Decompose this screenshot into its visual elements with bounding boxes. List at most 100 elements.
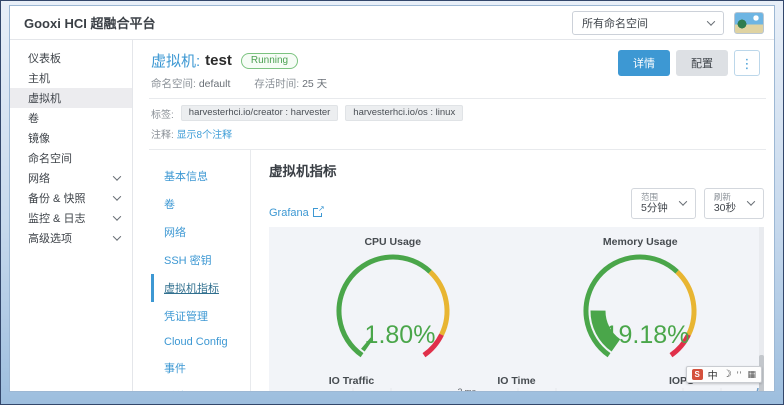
tab-迁移[interactable]: 迁移 bbox=[151, 382, 250, 392]
svg-text:19.18%: 19.18% bbox=[605, 321, 690, 349]
chevron-down-icon bbox=[679, 198, 687, 206]
user-avatar[interactable] bbox=[734, 12, 764, 34]
tab-Cloud Config[interactable]: Cloud Config bbox=[151, 330, 250, 354]
sidebar-item-label: 虚拟机 bbox=[28, 90, 61, 106]
app-body: 仪表板主机虚拟机卷镜像命名空间网络备份 & 快照监控 & 日志高级选项 虚拟机:… bbox=[10, 40, 774, 391]
detail-subnav: 基本信息卷网络SSH 密钥虚拟机指标凭证管理Cloud Config事件迁移 bbox=[151, 150, 250, 391]
sidebar-item-虚拟机[interactable]: 虚拟机 bbox=[10, 88, 132, 108]
tab-网络[interactable]: 网络 bbox=[151, 218, 250, 246]
tab-虚拟机指标[interactable]: 虚拟机指标 bbox=[151, 274, 250, 302]
chevron-down-icon bbox=[707, 17, 715, 25]
sidebar-item-label: 监控 & 日志 bbox=[28, 210, 85, 226]
app-title: Gooxi HCI 超融合平台 bbox=[24, 13, 155, 32]
main-area: 虚拟机: test Running 命名空间: default 存活时间: 25… bbox=[133, 40, 774, 391]
gauge-cpu-usage: CPU Usage 1.80% bbox=[269, 227, 517, 369]
ime-punctuation-icon[interactable]: ’’ bbox=[737, 370, 743, 380]
more-actions-button[interactable]: ⋮ bbox=[734, 50, 760, 76]
gauge-memory-usage: Memory Usage 19.18% bbox=[517, 227, 765, 369]
config-button[interactable]: 配置 bbox=[676, 50, 728, 76]
ime-input-mode[interactable]: 中 bbox=[708, 367, 718, 382]
vm-name: test bbox=[205, 52, 232, 69]
page-title: 虚拟机: test Running bbox=[151, 50, 327, 71]
resource-type-link[interactable]: 虚拟机: bbox=[151, 50, 200, 71]
chevron-down-icon bbox=[113, 192, 121, 200]
annotations-link[interactable]: 显示8个注释 bbox=[177, 130, 233, 141]
tag: harvesterhci.io/creator : harvester bbox=[181, 105, 339, 121]
grafana-link[interactable]: Grafana bbox=[269, 207, 322, 219]
svg-text:2 ms: 2 ms bbox=[457, 388, 475, 391]
chart-title: IO Traffic bbox=[329, 375, 375, 387]
sidebar-item-网络[interactable]: 网络 bbox=[10, 168, 132, 188]
page-meta: 命名空间: default 存活时间: 25 天 bbox=[151, 76, 327, 91]
namespace-filter-select[interactable]: 所有命名空间 bbox=[572, 11, 724, 35]
sidebar-item-label: 仪表板 bbox=[28, 50, 61, 66]
sidebar-item-label: 高级选项 bbox=[28, 230, 72, 246]
chevron-down-icon bbox=[113, 212, 121, 220]
annotations-row: 注释: 显示8个注释 bbox=[151, 126, 760, 141]
sidebar-item-label: 命名空间 bbox=[28, 150, 72, 166]
metrics-toolbar: Grafana 范围 5分钟 bbox=[269, 188, 764, 219]
chevron-down-icon bbox=[113, 172, 121, 180]
sidebar-item-label: 网络 bbox=[28, 170, 50, 186]
header-actions: 详情 配置 ⋮ bbox=[618, 50, 760, 76]
tab-SSH 密钥[interactable]: SSH 密钥 bbox=[151, 246, 250, 274]
svg-text:5 kB/s: 5 kB/s bbox=[287, 389, 311, 391]
sidebar: 仪表板主机虚拟机卷镜像命名空间网络备份 & 快照监控 & 日志高级选项 bbox=[10, 40, 133, 391]
gauge-chart-memory-usage: 19.18% bbox=[535, 249, 745, 369]
sidebar-item-镜像[interactable]: 镜像 bbox=[10, 128, 132, 148]
sidebar-item-命名空间[interactable]: 命名空间 bbox=[10, 148, 132, 168]
gauge-title: CPU Usage bbox=[364, 236, 421, 248]
sidebar-item-备份 & 快照[interactable]: 备份 & 快照 bbox=[10, 188, 132, 208]
gauge-title: Memory Usage bbox=[603, 236, 678, 248]
refresh-select-text: 刷新 30秒 bbox=[714, 192, 736, 215]
page-title-block: 虚拟机: test Running 命名空间: default 存活时间: 25… bbox=[151, 50, 327, 91]
chevron-down-icon bbox=[113, 232, 121, 240]
top-bar: Gooxi HCI 超融合平台 所有命名空间 bbox=[10, 6, 774, 40]
gauge-chart-cpu-usage: 1.80% bbox=[288, 249, 498, 369]
sidebar-menu: 仪表板主机虚拟机卷镜像命名空间网络备份 & 快照监控 & 日志高级选项 bbox=[10, 48, 132, 248]
namespace-label: 命名空间: bbox=[151, 78, 196, 90]
line-chart-io-traffic: 5 kB/s4 kB/s3 kB/s bbox=[269, 388, 435, 391]
namespace-value: default bbox=[199, 78, 231, 90]
sidebar-item-label: 主机 bbox=[28, 70, 50, 86]
line-chart-io-time: 2 ms1.50 ms1 ms bbox=[434, 388, 600, 391]
range-select-text: 范围 5分钟 bbox=[641, 192, 668, 215]
sidebar-item-监控 & 日志[interactable]: 监控 & 日志 bbox=[10, 208, 132, 228]
sidebar-item-label: 备份 & 快照 bbox=[28, 190, 85, 206]
annotations-label: 注释: bbox=[151, 130, 174, 141]
chevron-down-icon bbox=[747, 198, 755, 206]
sidebar-item-卷[interactable]: 卷 bbox=[10, 108, 132, 128]
namespace-filter-value: 所有命名空间 bbox=[582, 15, 648, 31]
tab-凭证管理[interactable]: 凭证管理 bbox=[151, 302, 250, 330]
content-area: 基本信息卷网络SSH 密钥虚拟机指标凭证管理Cloud Config事件迁移 虚… bbox=[133, 150, 774, 391]
tab-基本信息[interactable]: 基本信息 bbox=[151, 162, 250, 190]
range-select[interactable]: 范围 5分钟 bbox=[631, 188, 696, 219]
sidebar-item-主机[interactable]: 主机 bbox=[10, 68, 132, 88]
range-select-label: 范围 bbox=[641, 192, 668, 202]
ime-toolbar[interactable]: S 中 ☽ ’’ ▦ bbox=[686, 366, 762, 383]
tags-list: harvesterhci.io/creator : harvester harve… bbox=[174, 105, 463, 121]
refresh-select[interactable]: 刷新 30秒 bbox=[704, 188, 764, 219]
page-header: 虚拟机: test Running 命名空间: default 存活时间: 25… bbox=[133, 40, 774, 98]
chart-title: IO Time bbox=[497, 375, 535, 387]
keyboard-icon[interactable]: ▦ bbox=[747, 369, 756, 380]
tag: harvesterhci.io/os : linux bbox=[345, 105, 463, 121]
tab-事件[interactable]: 事件 bbox=[151, 354, 250, 382]
grafana-link-label: Grafana bbox=[269, 207, 309, 219]
sidebar-item-label: 卷 bbox=[28, 110, 39, 126]
svg-text:1.80%: 1.80% bbox=[364, 321, 435, 349]
sidebar-item-高级选项[interactable]: 高级选项 bbox=[10, 228, 132, 248]
detail-heading: 虚拟机指标 bbox=[269, 160, 764, 180]
line-chart-iops: 0.400 io/s0.300 io/s0.200 io/s bbox=[599, 388, 765, 391]
tags-label: 标签: bbox=[151, 106, 174, 121]
chart-io-time: IO Time2 ms1.50 ms1 ms bbox=[434, 371, 599, 391]
svg-text:0.400 io/s: 0.400 io/s bbox=[604, 389, 641, 391]
moon-icon[interactable]: ☽ bbox=[723, 370, 732, 380]
status-badge: Running bbox=[241, 53, 298, 69]
details-button[interactable]: 详情 bbox=[618, 50, 670, 76]
tab-卷[interactable]: 卷 bbox=[151, 190, 250, 218]
window-frame: Gooxi HCI 超融合平台 所有命名空间 仪表板主机虚拟机卷镜像命名空间网络… bbox=[0, 0, 784, 405]
ime-logo-icon[interactable]: S bbox=[692, 369, 703, 380]
chart-io-traffic: IO Traffic5 kB/s4 kB/s3 kB/s bbox=[269, 371, 434, 391]
sidebar-item-仪表板[interactable]: 仪表板 bbox=[10, 48, 132, 68]
